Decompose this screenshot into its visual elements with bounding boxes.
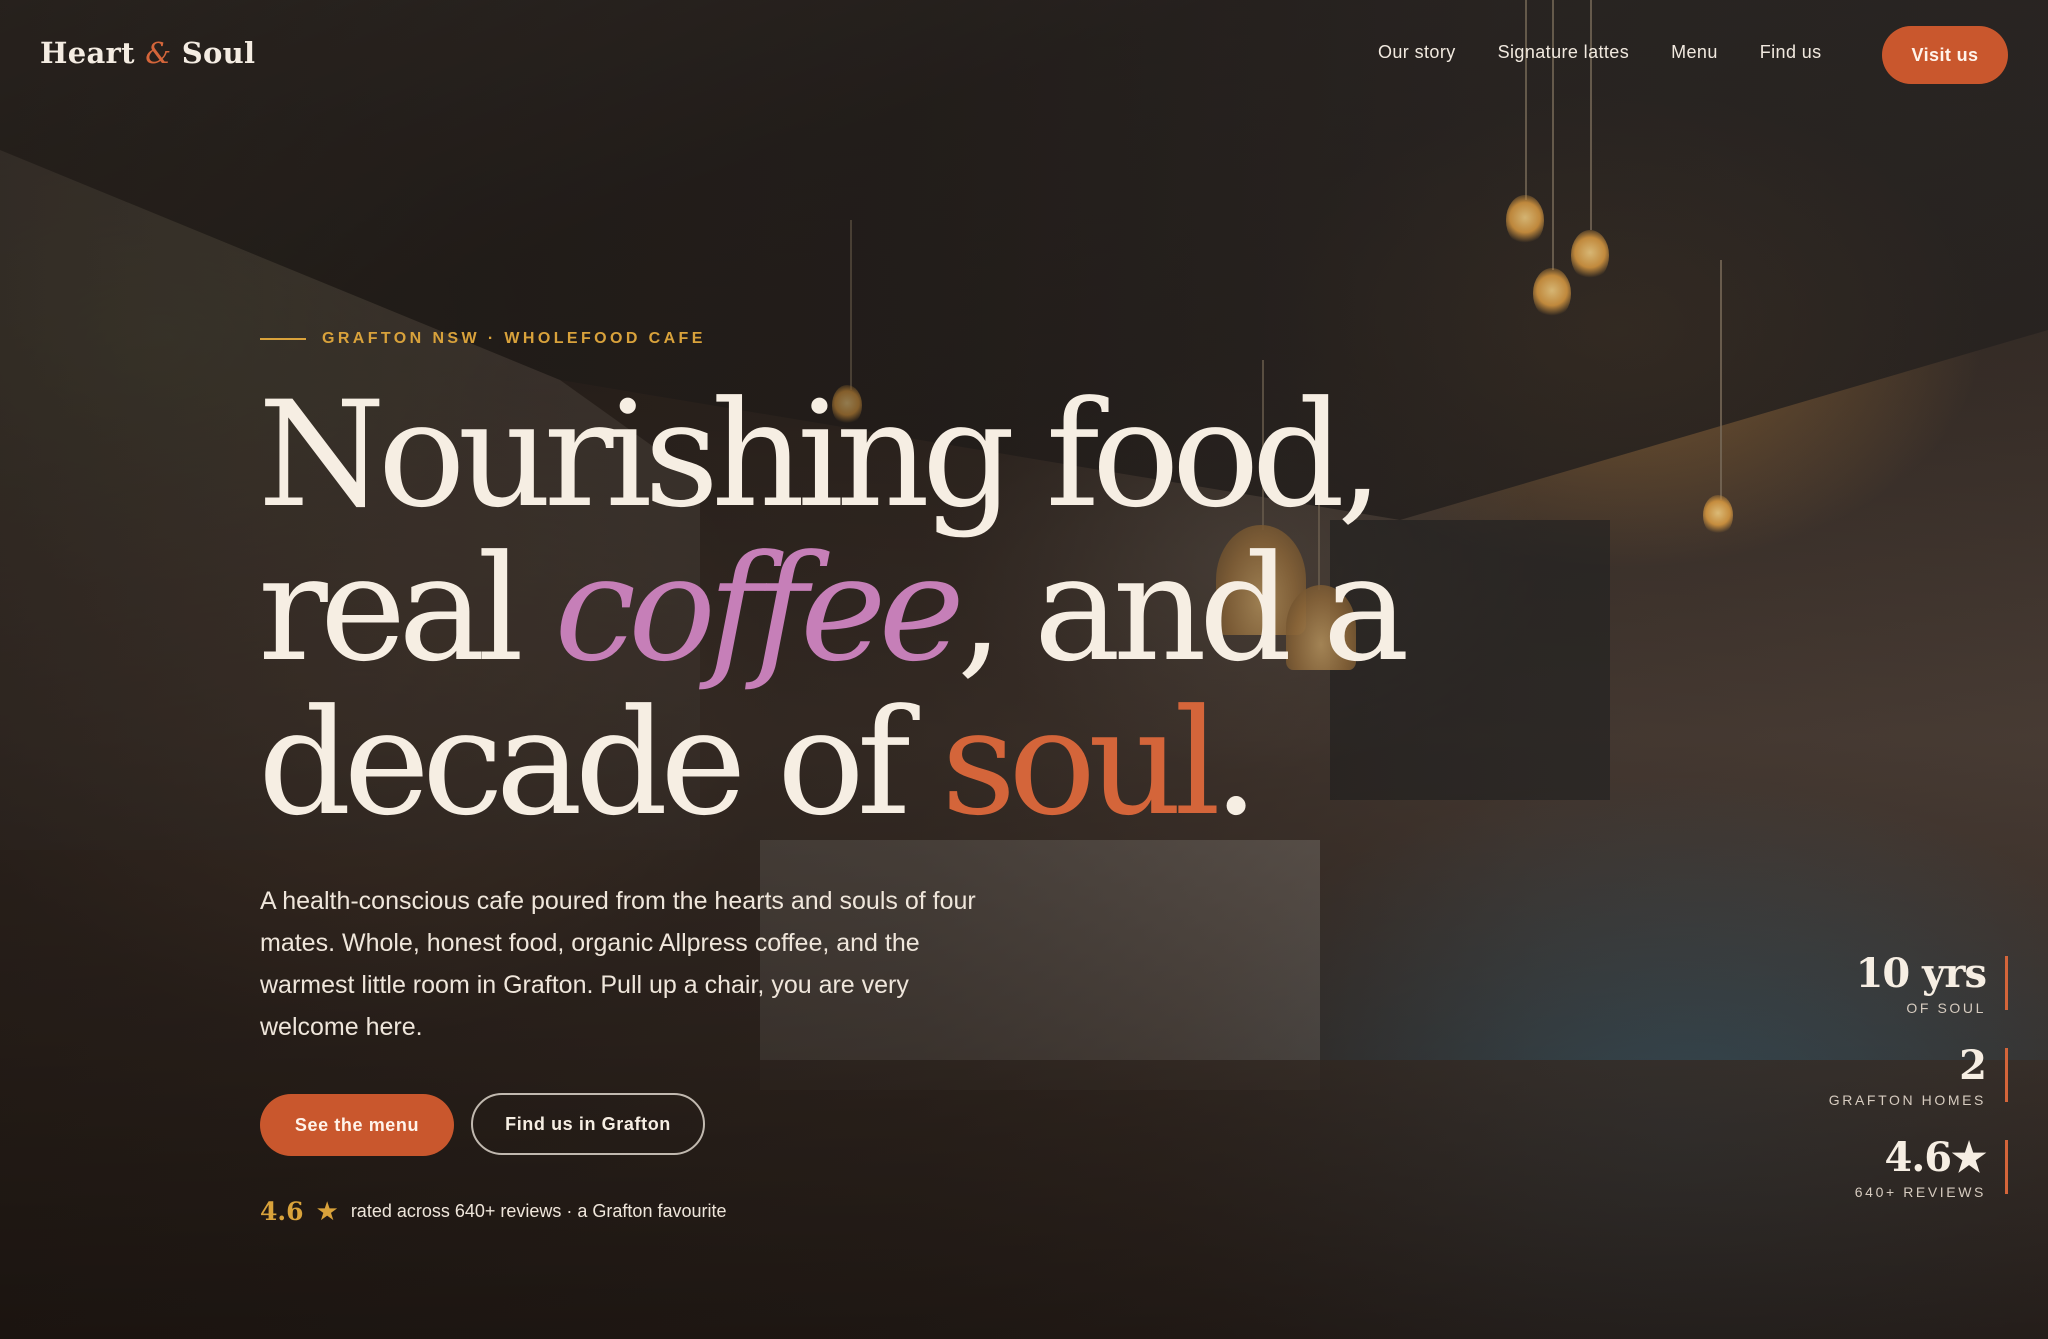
stat-reviews: 4.6★ 640+ REVIEWS: [1829, 1134, 2009, 1200]
stat-value: 4.6★: [1884, 1134, 1987, 1181]
stat-homes: 2 GRAFTON HOMES: [1828, 1042, 2009, 1108]
nav-link-signature-lattes[interactable]: Signature lattes: [1498, 42, 1629, 63]
stat-value: 2: [1959, 1042, 1987, 1089]
eyebrow-rule: [260, 338, 306, 340]
stat-label: OF SOUL: [1906, 1000, 1986, 1016]
rating-summary: 4.6 ★ rated across 640+ reviews · a Graf…: [260, 1196, 727, 1227]
nav-links: Our story Signature lattes Menu Find us: [1378, 42, 1822, 63]
stat-years: 10 yrs OF SOUL: [1829, 950, 2009, 1016]
see-menu-button[interactable]: See the menu: [260, 1094, 454, 1156]
top-nav: Heart & Soul Our story Signature lattes …: [0, 0, 2048, 110]
nav-link-find-us[interactable]: Find us: [1760, 42, 1822, 63]
headline-line-2-post: , and a: [956, 524, 1410, 694]
headline-line-3-post: .: [1212, 678, 1260, 848]
stat-value: 10 yrs: [1855, 950, 1987, 997]
brand-name-part1: Heart: [40, 36, 135, 70]
star-icon: ★: [315, 1196, 339, 1226]
hero-section: Heart & Soul Our story Signature lattes …: [0, 0, 2048, 1339]
headline-line-3-pre: decade of: [258, 678, 942, 848]
headline-accent-soul: soul: [941, 678, 1221, 848]
find-us-grafton-button[interactable]: Find us in Grafton: [471, 1093, 705, 1155]
visit-us-button[interactable]: Visit us: [1882, 26, 2008, 84]
stat-label: 640+ REVIEWS: [1854, 1184, 1986, 1200]
hero-lede: A health-conscious cafe poured from the …: [260, 887, 976, 1041]
stats-panel: 10 yrs OF SOUL 2 GRAFTON HOMES 4.6★ 640+…: [1828, 950, 2009, 1200]
headline-accent-coffee: coffee: [554, 524, 965, 694]
nav-link-menu[interactable]: Menu: [1671, 42, 1718, 63]
eyebrow-text: GRAFTON NSW · WHOLEFOOD CAFE: [322, 330, 706, 347]
headline-line-2-pre: real: [258, 524, 555, 694]
nav-link-our-story[interactable]: Our story: [1378, 42, 1456, 63]
stat-label: GRAFTON HOMES: [1828, 1092, 1986, 1108]
hero-eyebrow: GRAFTON NSW · WHOLEFOOD CAFE: [260, 330, 706, 348]
rating-score: 4.6: [260, 1197, 304, 1226]
hero-headline: Nourishing food, real coffee, and a deca…: [258, 378, 1410, 840]
brand-name-part2: Soul: [181, 36, 256, 70]
rating-text: rated across 640+ reviews · a Grafton fa…: [350, 1201, 727, 1221]
brand-ampersand: &: [145, 36, 172, 70]
brand-logo[interactable]: Heart & Soul: [40, 36, 255, 70]
headline-line-1: Nourishing food,: [258, 370, 1383, 540]
